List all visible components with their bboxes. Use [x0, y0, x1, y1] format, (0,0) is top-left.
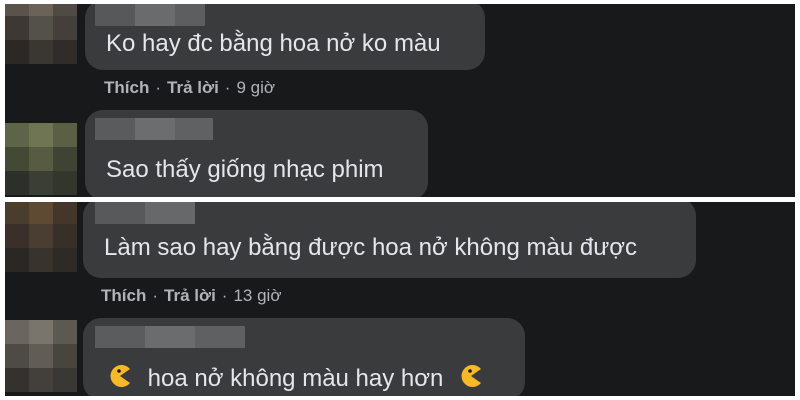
reply-link[interactable]: Trả lời: [167, 78, 219, 97]
avatar-blurred[interactable]: [5, 320, 77, 392]
pacman-emoji-icon: [458, 363, 484, 389]
author-name-blurred[interactable]: [95, 118, 213, 140]
comment-text: Ko hay đc bằng hoa nở ko màu: [106, 30, 441, 57]
comment-text: Sao thấy giống nhạc phim: [106, 156, 384, 183]
comment-bubble: Làm sao hay bằng được hoa nở không màu đ…: [83, 202, 696, 278]
avatar-blurred[interactable]: [5, 202, 77, 272]
pacman-emoji-icon: [107, 363, 133, 389]
author-name-blurred[interactable]: [95, 326, 245, 348]
author-name-blurred[interactable]: [95, 202, 195, 224]
comment-bubble: Sao thấy giống nhạc phim: [85, 110, 428, 197]
comment-bubble: Ko hay đc bằng hoa nở ko màu: [85, 4, 485, 70]
author-name-blurred[interactable]: [95, 4, 205, 26]
separator: ·: [221, 286, 228, 305]
comment-text: Làm sao hay bằng được hoa nở không màu đ…: [104, 234, 637, 261]
comment-actions: Thích · Trả lời · 13 giờ: [101, 286, 281, 306]
comment-timestamp[interactable]: 9 giờ: [236, 78, 275, 97]
like-link[interactable]: Thích: [104, 78, 149, 97]
comment-panel-bottom: Làm sao hay bằng được hoa nở không màu đ…: [5, 202, 795, 396]
comment-bubble: hoa nở không màu hay hơn: [83, 318, 525, 396]
reply-link[interactable]: Trả lời: [164, 286, 216, 305]
comment-text-row: hoa nở không màu hay hơn: [107, 363, 484, 393]
separator: ·: [152, 286, 159, 305]
avatar-blurred[interactable]: [5, 123, 77, 195]
comment-actions: Thích · Trả lời · 9 giờ: [104, 78, 275, 98]
avatar-blurred[interactable]: [5, 4, 77, 64]
separator: ·: [224, 78, 231, 97]
comment-text: hoa nở không màu hay hơn: [147, 365, 444, 392]
comment-timestamp[interactable]: 13 giờ: [233, 286, 281, 305]
like-link[interactable]: Thích: [101, 286, 146, 305]
separator: ·: [155, 78, 162, 97]
comment-panel-top: Ko hay đc bằng hoa nở ko màu Thích · Trả l…: [5, 4, 795, 197]
